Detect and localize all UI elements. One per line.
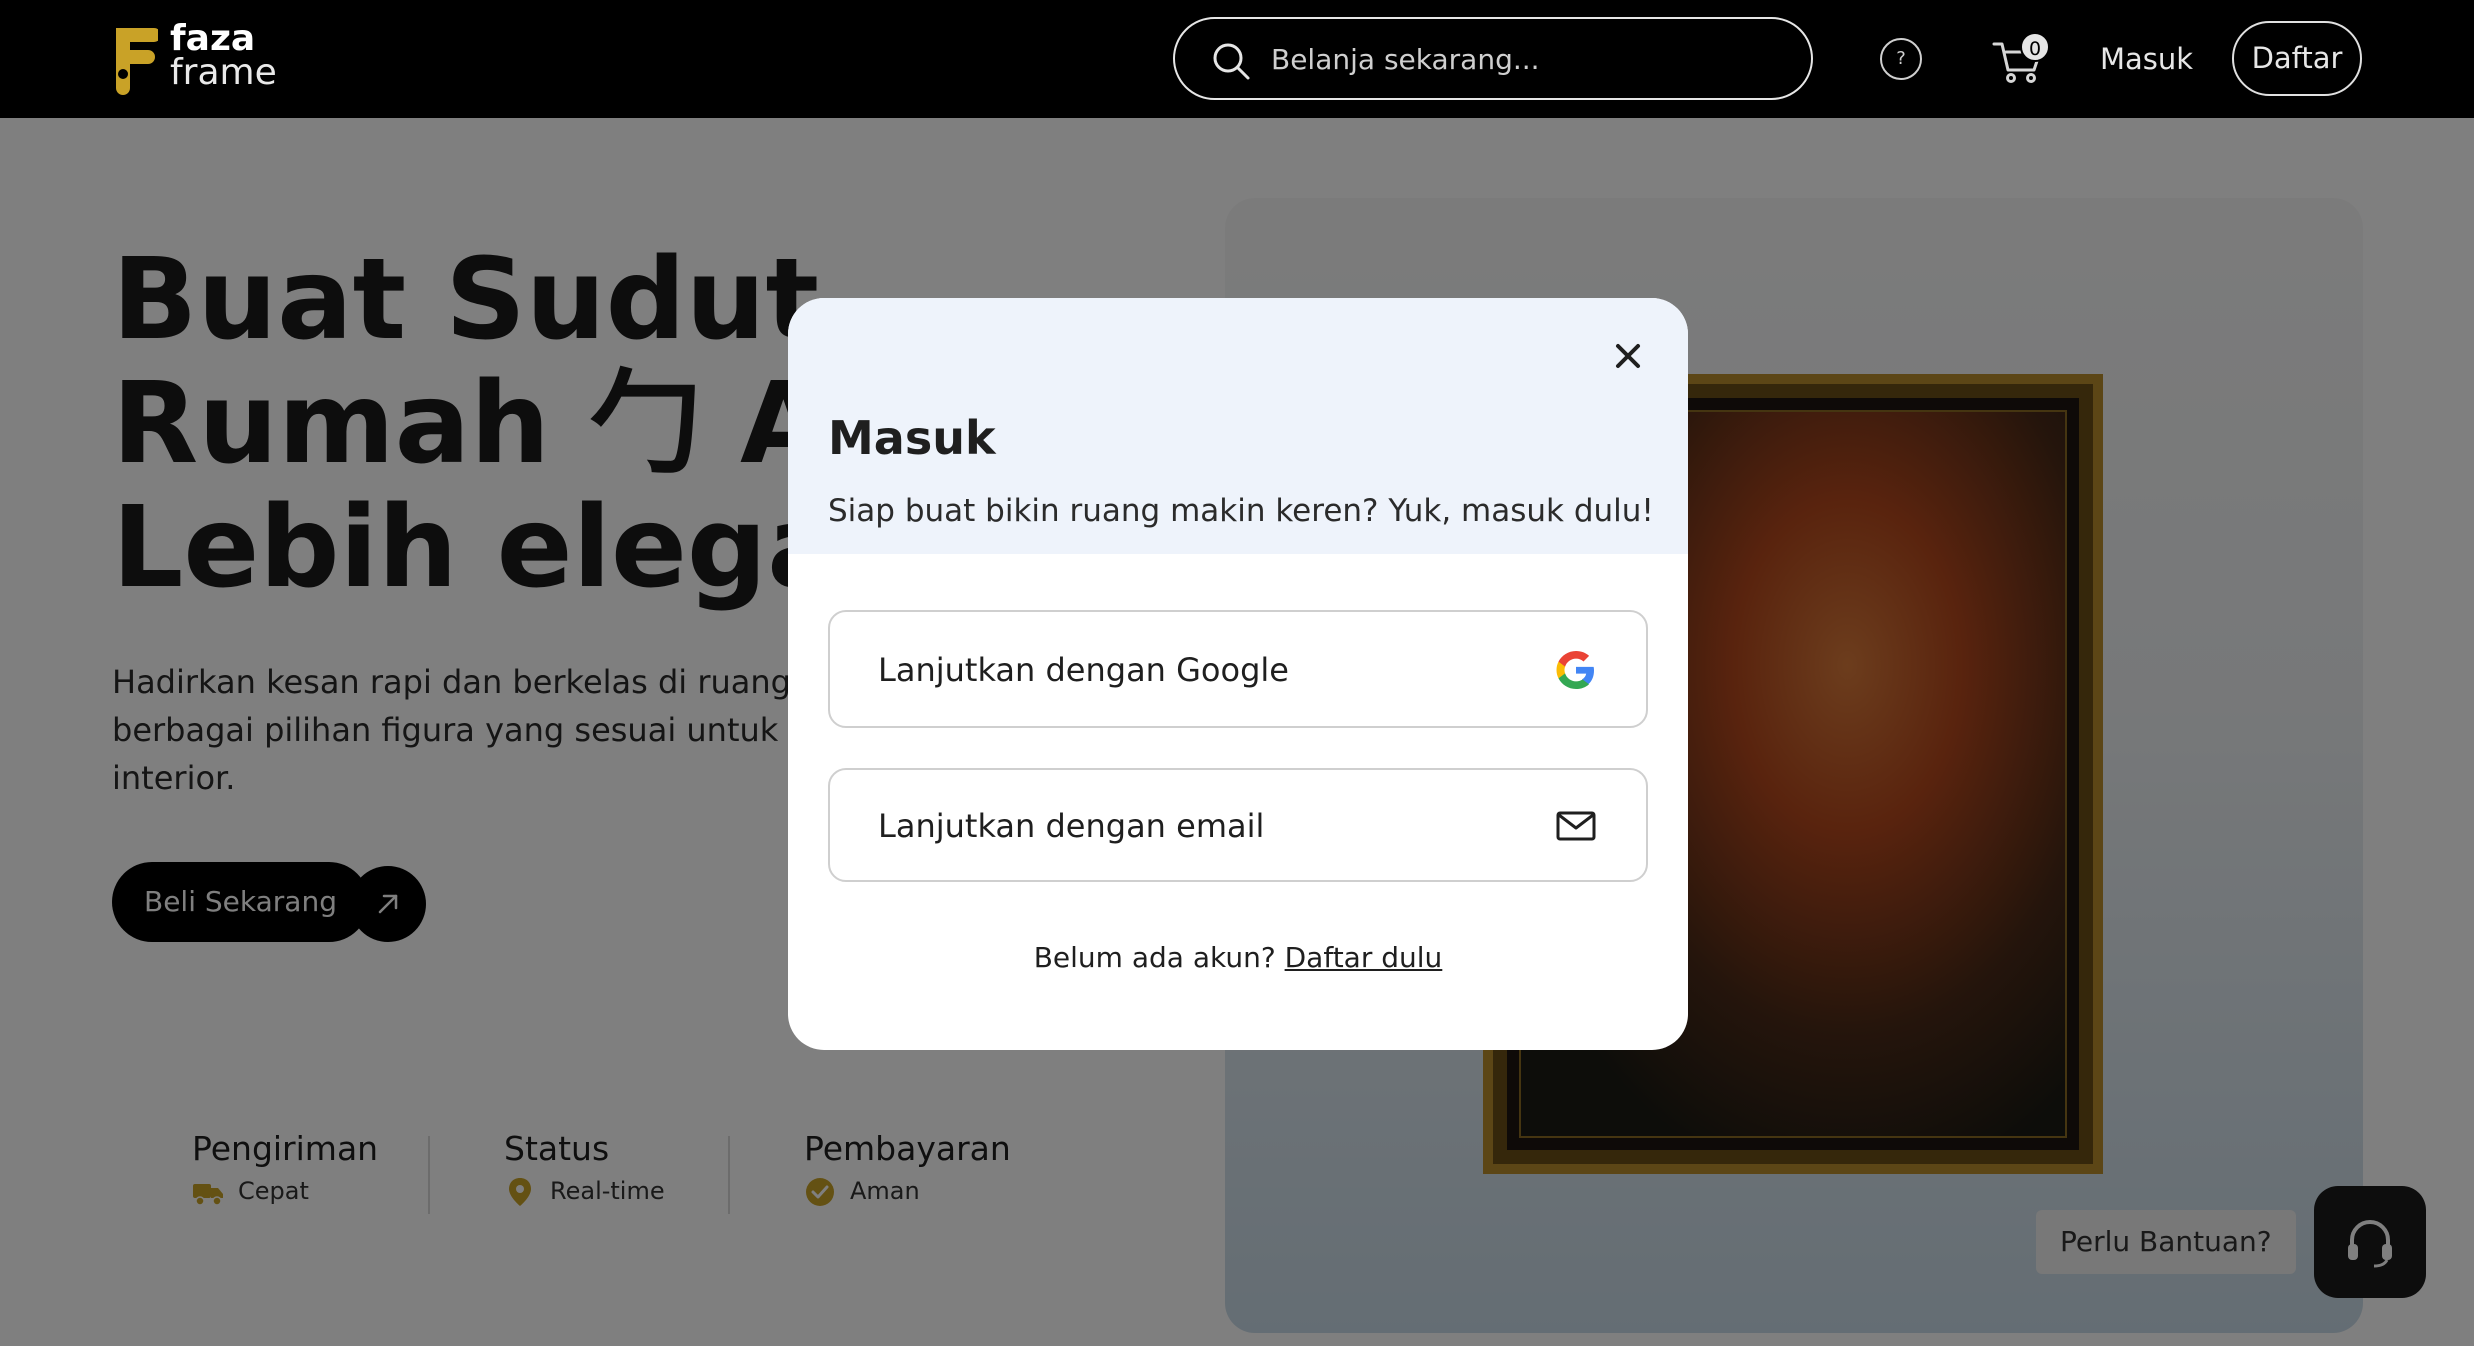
cart-button[interactable]: 0	[1990, 30, 2054, 86]
search-icon	[1213, 43, 1250, 80]
register-prompt-text: Belum ada akun?	[1033, 941, 1276, 974]
close-icon[interactable]	[1608, 336, 1648, 376]
brand-logo[interactable]: faza frame	[110, 18, 310, 98]
modal-subtitle: Siap buat bikin ruang makin keren? Yuk, …	[828, 493, 1654, 529]
google-login-label: Lanjutkan dengan Google	[878, 651, 1289, 689]
email-login-button[interactable]: Lanjutkan dengan email	[828, 768, 1648, 882]
register-link[interactable]: Daftar dulu	[1285, 941, 1443, 974]
google-login-button[interactable]: Lanjutkan dengan Google	[828, 610, 1648, 728]
mail-icon	[1556, 811, 1596, 841]
search-bar[interactable]	[1173, 17, 1813, 100]
logo-line1: faza	[170, 18, 256, 59]
email-login-label: Lanjutkan dengan email	[878, 807, 1265, 845]
cart-count-badge: 0	[2020, 32, 2050, 62]
login-link[interactable]: Masuk	[2100, 38, 2193, 80]
top-navbar: faza frame ? 0 Masuk Daftar	[0, 0, 2474, 118]
register-button[interactable]: Daftar	[2232, 21, 2362, 96]
logo-mark-icon	[116, 28, 158, 95]
register-prompt: Belum ada akun? Daftar dulu	[788, 938, 1688, 978]
modal-header: Masuk Siap buat bikin ruang makin keren?…	[788, 298, 1688, 554]
logo-wordmark: faza frame	[170, 18, 277, 93]
modal-title: Masuk	[828, 411, 996, 465]
help-icon[interactable]: ?	[1880, 38, 1922, 80]
logo-line2: frame	[170, 52, 277, 93]
google-icon	[1556, 651, 1594, 689]
login-modal: Masuk Siap buat bikin ruang makin keren?…	[788, 298, 1688, 1050]
search-input[interactable]	[1271, 31, 1771, 87]
